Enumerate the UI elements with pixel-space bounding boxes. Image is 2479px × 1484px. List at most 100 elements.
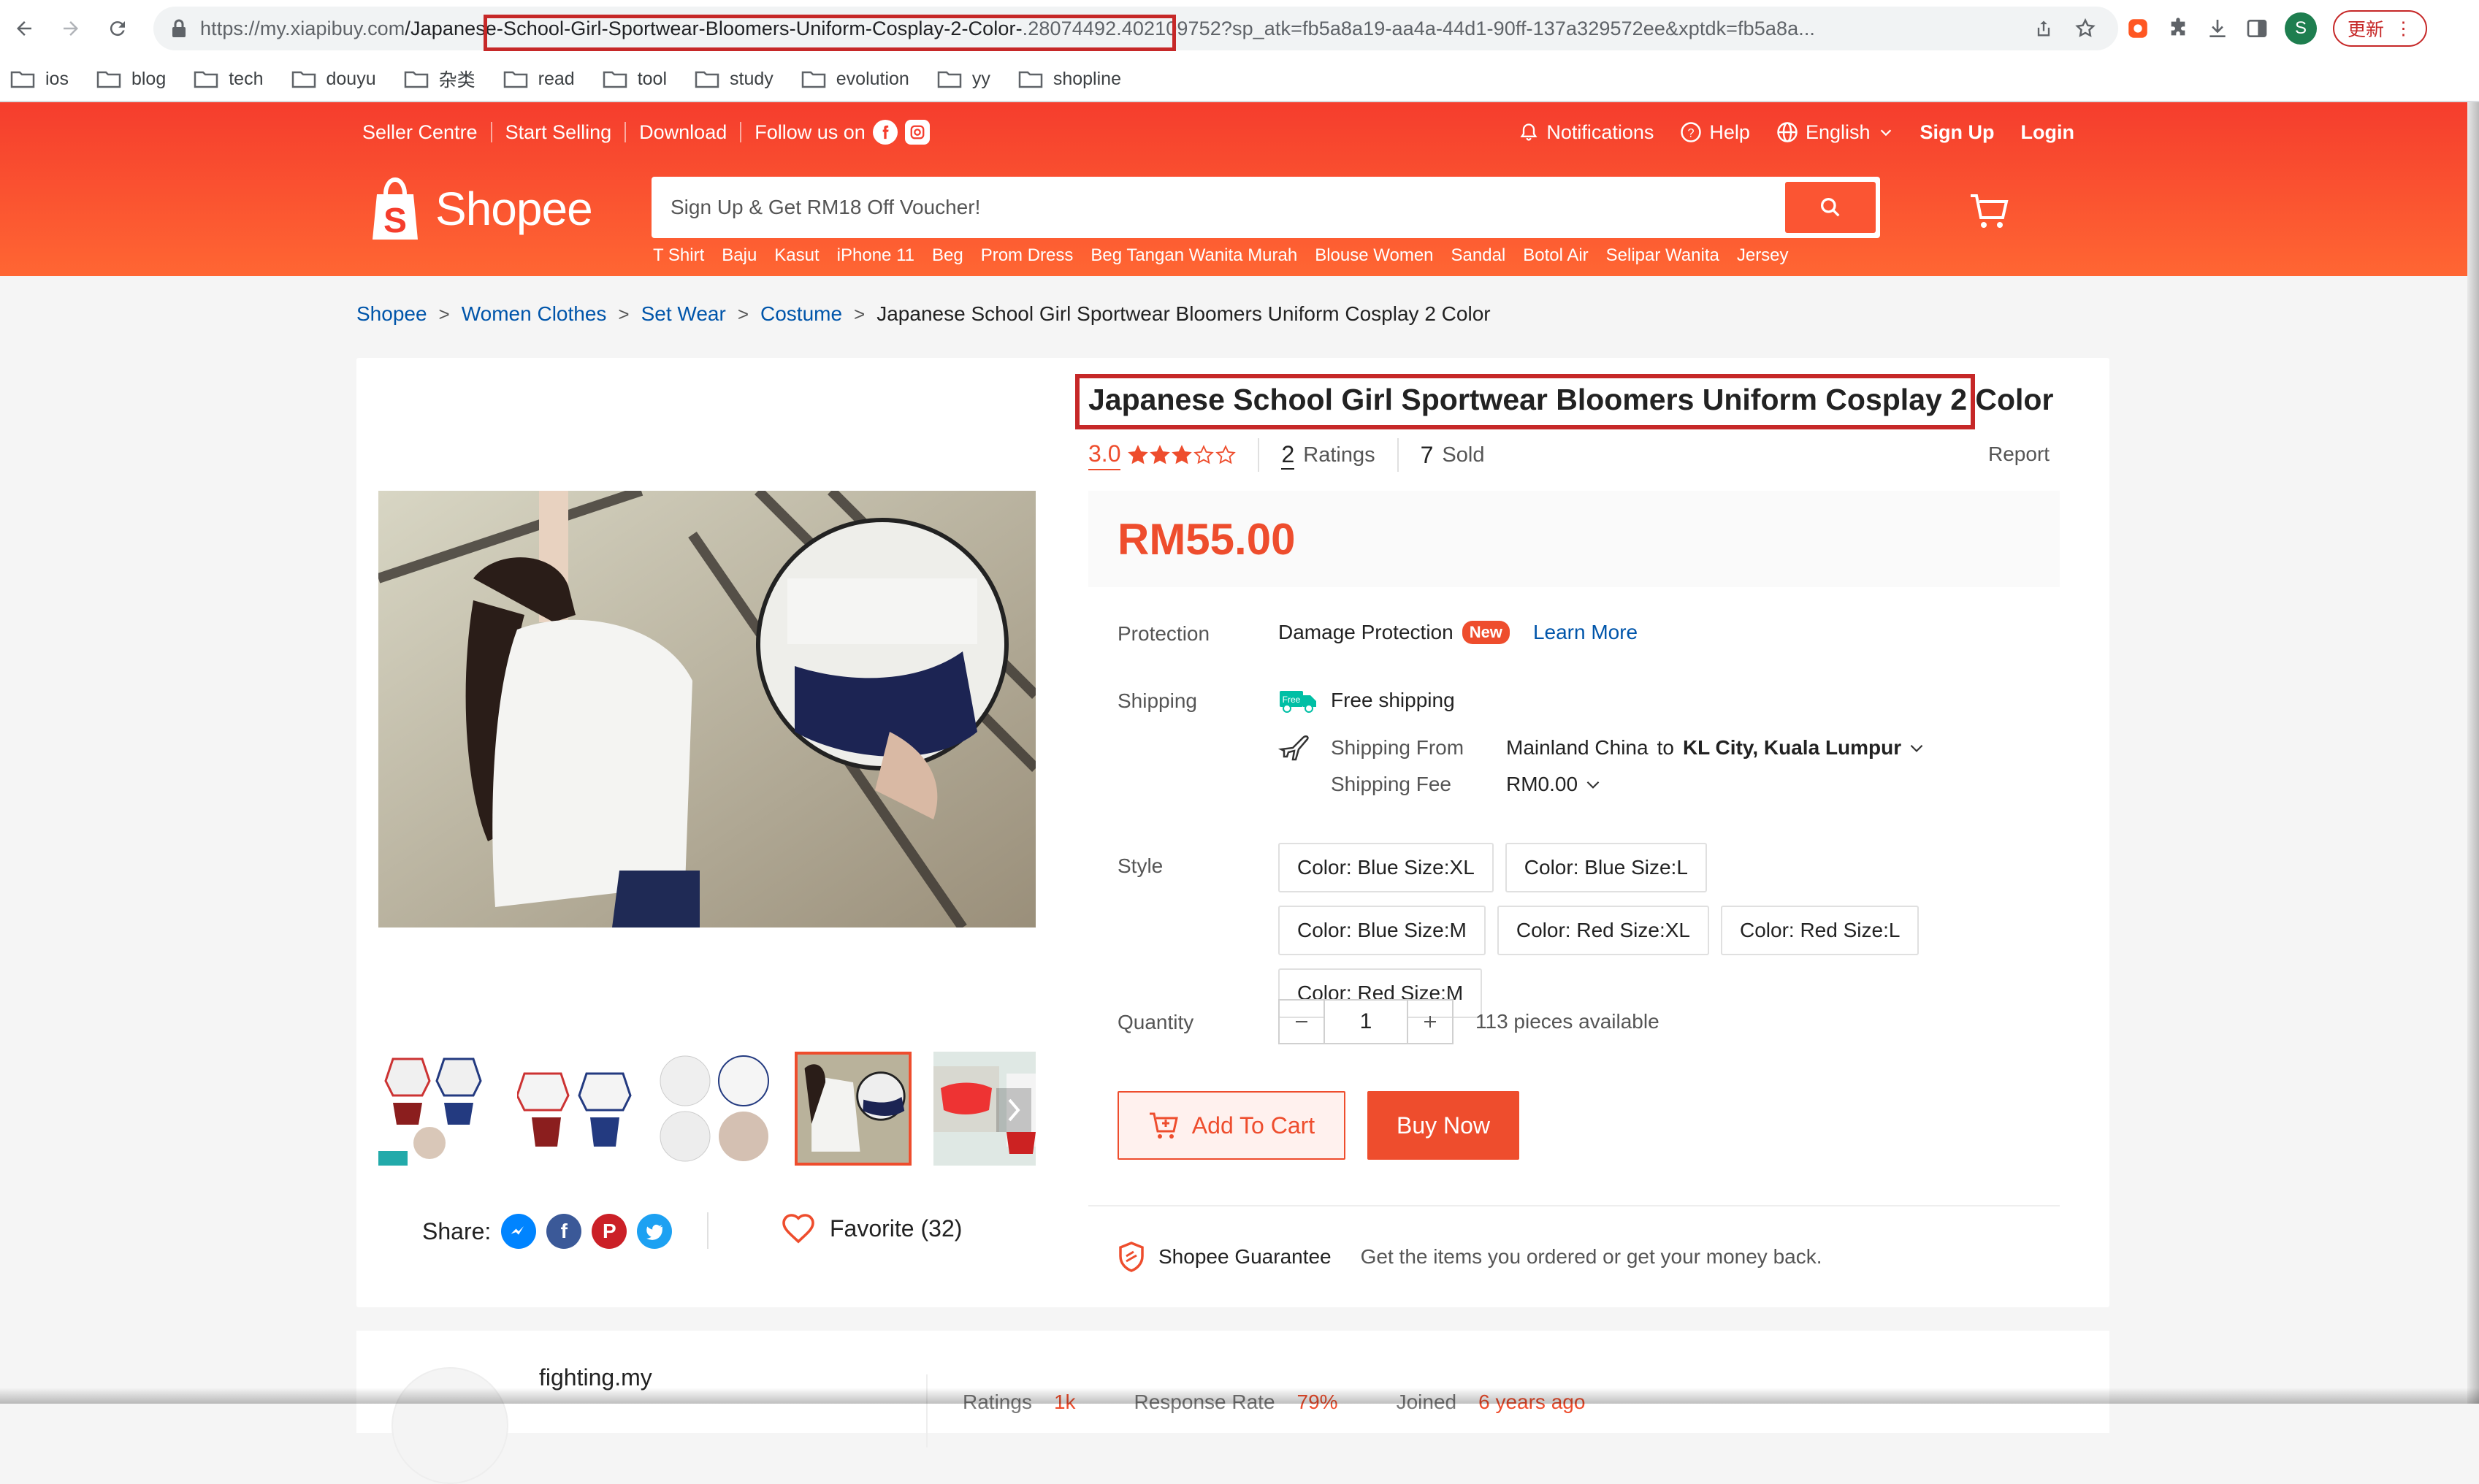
scrollbar[interactable] [2467, 102, 2479, 1404]
chevron-down-icon[interactable] [1584, 775, 1603, 794]
bookmark-folder-1[interactable]: blog [96, 69, 166, 90]
variation-option-0[interactable]: Color: Blue Size:XL [1278, 843, 1494, 892]
thumbnail-1[interactable] [378, 1052, 495, 1166]
shield-icon [1119, 1242, 1144, 1272]
language-selector[interactable]: English [1776, 121, 1894, 144]
shop-avatar[interactable] [391, 1367, 508, 1484]
add-cart-icon [1149, 1112, 1178, 1139]
learn-more-link[interactable]: Learn More [1533, 621, 1638, 644]
seller-centre-link[interactable]: Seller Centre [362, 121, 478, 144]
bookmark-folder-3[interactable]: douyu [291, 69, 376, 90]
help-link[interactable]: ? Help [1680, 121, 1750, 144]
minus-icon [1296, 1021, 1307, 1022]
hot-keyword-8[interactable]: Sandal [1451, 245, 1506, 266]
hot-keyword-2[interactable]: Kasut [774, 245, 819, 266]
shipping-to-selector[interactable]: KL City, Kuala Lumpur [1683, 736, 1901, 760]
shipping-fee-label: Shipping Fee [1331, 773, 1452, 795]
buy-now-button[interactable]: Buy Now [1367, 1091, 1519, 1160]
thumbnail-2[interactable] [517, 1052, 634, 1166]
bookmark-folder-10[interactable]: shopline [1018, 69, 1121, 90]
forward-button[interactable] [48, 6, 93, 51]
address-bar[interactable]: https://my.xiapibuy.com/Japanese-School-… [153, 7, 2118, 51]
update-button[interactable]: 更新 ⋮ [2333, 10, 2428, 47]
hot-keyword-7[interactable]: Blouse Women [1315, 245, 1433, 266]
quantity-input[interactable] [1325, 999, 1407, 1044]
search-button[interactable] [1785, 182, 1876, 233]
hot-keywords: T Shirt Baju Kasut iPhone 11 Beg Prom Dress Be… [653, 245, 1789, 266]
bookmark-label: shopline [1053, 68, 1121, 89]
breadcrumb-set-wear[interactable]: Set Wear [641, 302, 726, 326]
variation-option-1[interactable]: Color: Blue Size:L [1505, 843, 1707, 892]
bookmark-label: tool [637, 68, 667, 89]
hot-keyword-0[interactable]: T Shirt [653, 245, 704, 266]
ratings-count[interactable]: 2 [1281, 441, 1295, 470]
notifications-label: Notifications [1546, 121, 1654, 143]
bookmark-star-icon[interactable] [2074, 18, 2096, 39]
puzzle-icon[interactable] [2166, 17, 2190, 40]
facebook-share-icon[interactable]: f [546, 1214, 582, 1249]
free-shipping-truck-icon: Free [1280, 691, 1316, 713]
bookmark-folder-9[interactable]: yy [937, 69, 990, 90]
sign-up-link[interactable]: Sign Up [1920, 121, 1995, 144]
hot-keyword-11[interactable]: Jersey [1737, 245, 1789, 266]
shopee-guarantee: Shopee Guarantee Get the items you order… [1118, 1242, 1822, 1272]
thumbnail-4-selected[interactable] [795, 1052, 912, 1166]
variation-option-3[interactable]: Color: Red Size:XL [1497, 906, 1709, 955]
bookmark-folder-6[interactable]: tool [603, 69, 667, 90]
hot-keyword-4[interactable]: Beg [932, 245, 963, 266]
url-prefix: https://my.xiapibuy.com [200, 17, 405, 39]
messenger-icon[interactable] [501, 1214, 537, 1249]
side-panel-icon[interactable] [2245, 17, 2269, 40]
notifications-link[interactable]: Notifications [1519, 121, 1654, 144]
bookmark-folder-4[interactable]: 杂类 [404, 66, 475, 92]
thumbnail-next-button[interactable] [996, 1088, 1031, 1132]
header-cart-button[interactable] [1969, 193, 2009, 229]
pinterest-icon[interactable]: P [592, 1214, 627, 1249]
bookmark-folder-0[interactable]: ios [10, 69, 69, 90]
reload-button[interactable] [95, 6, 140, 51]
free-shipping-text: Free shipping [1331, 689, 1455, 711]
hot-keyword-10[interactable]: Selipar Wanita [1606, 245, 1719, 266]
quantity-stepper: 113 pieces available [1278, 999, 1659, 1044]
profile-avatar[interactable]: S [2285, 12, 2317, 45]
bookmark-folder-2[interactable]: tech [194, 69, 264, 90]
shipping-fee-value[interactable]: RM0.00 [1506, 773, 1578, 796]
hot-keyword-6[interactable]: Beg Tangan Wanita Murah [1090, 245, 1297, 266]
bookmark-label: study [730, 68, 774, 89]
rating-score[interactable]: 3.0 [1088, 440, 1121, 470]
bookmark-folder-5[interactable]: read [503, 69, 575, 90]
download-link[interactable]: Download [639, 121, 727, 144]
add-to-cart-button[interactable]: Add To Cart [1118, 1091, 1345, 1160]
search-input[interactable] [656, 182, 1785, 233]
chevron-down-icon[interactable] [1907, 738, 1926, 757]
protection-label: Protection [1118, 622, 1210, 645]
thumbnail-3[interactable] [656, 1052, 773, 1166]
hot-keyword-3[interactable]: iPhone 11 [837, 245, 914, 266]
back-button[interactable] [1, 6, 47, 51]
quantity-increase-button[interactable] [1407, 999, 1454, 1044]
quantity-decrease-button[interactable] [1278, 999, 1325, 1044]
breadcrumb-women-clothes[interactable]: Women Clothes [462, 302, 607, 326]
download-icon[interactable] [2206, 17, 2229, 40]
shipping-label: Shipping [1118, 689, 1197, 712]
breadcrumb-shopee[interactable]: Shopee [356, 302, 427, 326]
login-link[interactable]: Login [2021, 121, 2074, 144]
instagram-icon[interactable] [904, 120, 930, 145]
report-link[interactable]: Report [1988, 443, 2050, 466]
product-main-image[interactable] [378, 491, 1036, 928]
favorite-button[interactable]: Favorite (32) [780, 1212, 962, 1244]
bookmark-folder-7[interactable]: study [695, 69, 774, 90]
hot-keyword-1[interactable]: Baju [722, 245, 757, 266]
variation-option-4[interactable]: Color: Red Size:L [1720, 906, 1920, 955]
twitter-icon[interactable] [637, 1214, 673, 1249]
share-page-icon[interactable] [2033, 18, 2054, 39]
facebook-icon[interactable] [872, 120, 898, 145]
variation-option-2[interactable]: Color: Blue Size:M [1278, 906, 1486, 955]
extension-icon[interactable] [2125, 16, 2150, 41]
hot-keyword-5[interactable]: Prom Dress [981, 245, 1074, 266]
bookmark-folder-8[interactable]: evolution [801, 69, 909, 90]
start-selling-link[interactable]: Start Selling [505, 121, 612, 144]
breadcrumb-costume[interactable]: Costume [760, 302, 842, 326]
hot-keyword-9[interactable]: Botol Air [1523, 245, 1588, 266]
shopee-logo[interactable]: S Shopee [365, 175, 593, 242]
